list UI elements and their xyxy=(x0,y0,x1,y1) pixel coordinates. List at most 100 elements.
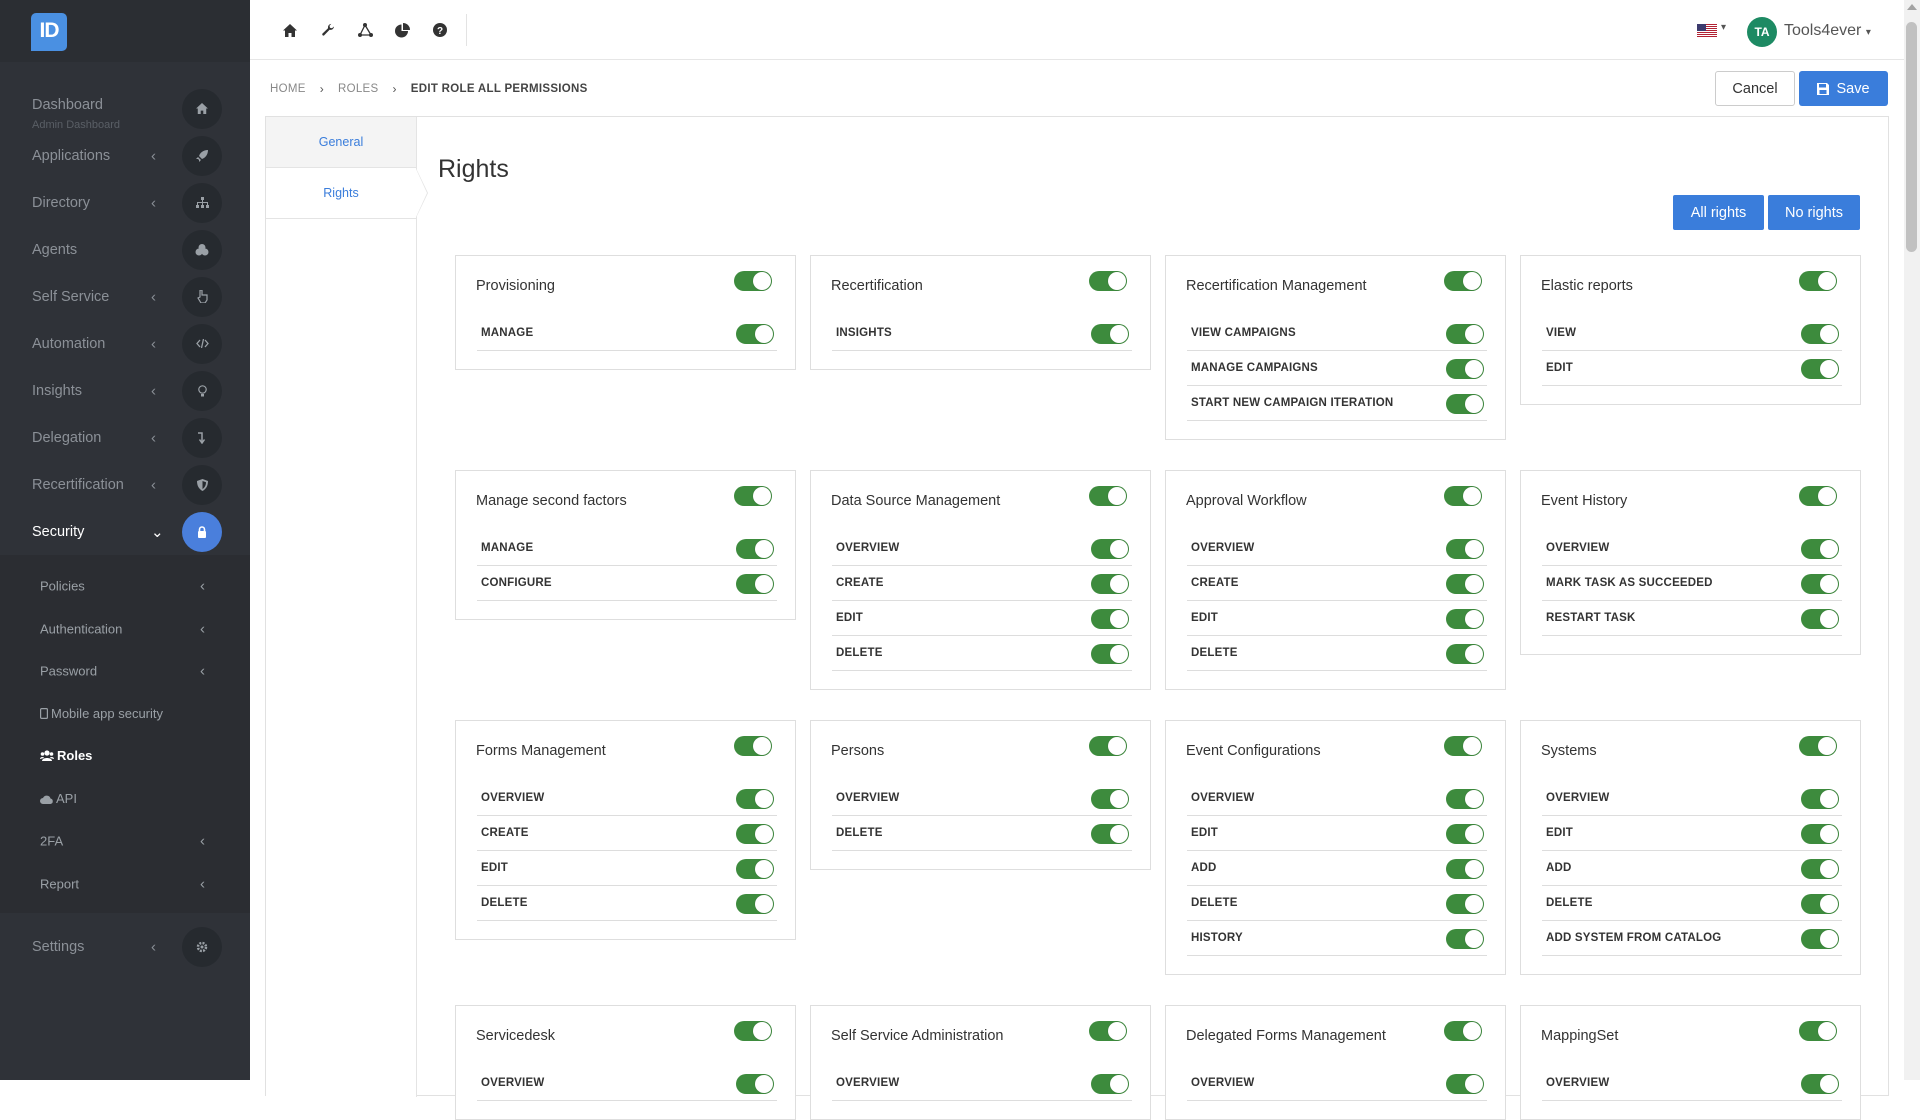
permission-toggle[interactable] xyxy=(1801,929,1839,949)
permission-toggle[interactable] xyxy=(1801,574,1839,594)
rights-card-toggle[interactable] xyxy=(1089,736,1127,756)
sidebar-item-dashboard[interactable]: Dashboard Admin Dashboard xyxy=(0,85,250,132)
permission-toggle[interactable] xyxy=(1091,539,1129,559)
permission-toggle[interactable] xyxy=(736,789,774,809)
pie-chart-icon[interactable] xyxy=(392,20,412,40)
sidebar-subitem-password[interactable]: Password ‹ xyxy=(0,650,250,693)
permission-toggle[interactable] xyxy=(1801,359,1839,379)
permission-toggle[interactable] xyxy=(736,539,774,559)
permission-toggle[interactable] xyxy=(736,824,774,844)
permission-toggle[interactable] xyxy=(1801,324,1839,344)
permission-toggle[interactable] xyxy=(1446,824,1484,844)
sidebar-item-insights[interactable]: Insights ‹ xyxy=(0,367,250,414)
permission-toggle[interactable] xyxy=(736,324,774,344)
permission-toggle[interactable] xyxy=(1091,824,1129,844)
sidebar-subitem-authentication[interactable]: Authentication ‹ xyxy=(0,608,250,651)
permission-toggle[interactable] xyxy=(1446,789,1484,809)
rights-card-toggle[interactable] xyxy=(1799,271,1837,291)
permission-label: MANAGE CAMPAIGNS xyxy=(1191,362,1318,374)
scroll-up-arrow-icon[interactable] xyxy=(1907,4,1917,10)
breadcrumb-roles[interactable]: ROLES xyxy=(338,83,379,95)
sidebar-subitem-policies[interactable]: Policies ‹ xyxy=(0,565,250,608)
sidebar-subitem-roles[interactable]: Roles xyxy=(0,735,250,778)
no-rights-button[interactable]: No rights xyxy=(1768,195,1860,230)
rights-card-toggle[interactable] xyxy=(1799,1021,1837,1041)
rights-card-toggle[interactable] xyxy=(734,486,772,506)
permission-toggle[interactable] xyxy=(1446,359,1484,379)
permission-toggle[interactable] xyxy=(1801,894,1839,914)
permission-toggle[interactable] xyxy=(1446,1074,1484,1094)
permission-toggle[interactable] xyxy=(1801,859,1839,879)
permission-toggle[interactable] xyxy=(1801,789,1839,809)
sidebar-item-settings[interactable]: Settings ‹ xyxy=(0,923,250,970)
language-caret-icon[interactable]: ▾ xyxy=(1721,22,1726,33)
cancel-button[interactable]: Cancel xyxy=(1715,71,1795,106)
permission-toggle[interactable] xyxy=(1446,929,1484,949)
permission-toggle[interactable] xyxy=(1801,539,1839,559)
permission-toggle[interactable] xyxy=(1446,644,1484,664)
permission-toggle[interactable] xyxy=(1446,324,1484,344)
rights-card-title: Delegated Forms Management xyxy=(1186,1028,1386,1044)
permission-toggle[interactable] xyxy=(1091,644,1129,664)
permission-toggle[interactable] xyxy=(1801,824,1839,844)
rights-card-toggle[interactable] xyxy=(1799,736,1837,756)
sidebar-item-security[interactable]: Security ⌄ xyxy=(0,508,250,555)
permission-toggle[interactable] xyxy=(1091,324,1129,344)
permission-toggle[interactable] xyxy=(1446,894,1484,914)
rights-card-toggle[interactable] xyxy=(1089,486,1127,506)
permission-toggle[interactable] xyxy=(736,894,774,914)
us-flag-icon[interactable] xyxy=(1697,24,1717,37)
permission-toggle[interactable] xyxy=(1446,574,1484,594)
permission-toggle[interactable] xyxy=(736,859,774,879)
user-menu[interactable]: Tools4ever ▾ xyxy=(1784,22,1871,40)
sidebar-item-self-service[interactable]: Self Service ‹ xyxy=(0,273,250,320)
sidebar-item-automation[interactable]: Automation ‹ xyxy=(0,320,250,367)
sidebar-item-agents[interactable]: Agents xyxy=(0,226,250,273)
permission-toggle[interactable] xyxy=(1446,539,1484,559)
permission-toggle[interactable] xyxy=(1091,574,1129,594)
sidebar-item-recertification[interactable]: Recertification ‹ xyxy=(0,461,250,508)
rights-card-toggle[interactable] xyxy=(1799,486,1837,506)
permission-toggle[interactable] xyxy=(1446,859,1484,879)
all-rights-button[interactable]: All rights xyxy=(1673,195,1764,230)
sidebar-subitem-mobile-app-security[interactable]: Mobile app security xyxy=(0,693,250,736)
sidebar-subitem-2fa[interactable]: 2FA ‹ xyxy=(0,820,250,863)
permission-toggle[interactable] xyxy=(1091,789,1129,809)
sidebar-item-directory[interactable]: Directory ‹ xyxy=(0,179,250,226)
sidebar-item-delegation[interactable]: Delegation ‹ xyxy=(0,414,250,461)
rights-card-toggle[interactable] xyxy=(1089,271,1127,291)
rights-card-toggle[interactable] xyxy=(1089,1021,1127,1041)
rights-card-toggle[interactable] xyxy=(1444,1021,1482,1041)
permission-toggle[interactable] xyxy=(1446,394,1484,414)
sidebar-subitem-report[interactable]: Report ‹ xyxy=(0,863,250,906)
sidebar-item-label: Delegation xyxy=(32,429,102,446)
app-logo[interactable]: ID xyxy=(31,13,67,51)
toggle-knob xyxy=(755,825,773,843)
share-nodes-icon[interactable] xyxy=(355,20,375,40)
user-avatar[interactable]: TA xyxy=(1747,17,1777,47)
rights-card-toggle[interactable] xyxy=(1444,736,1482,756)
sidebar-subitem-api[interactable]: API xyxy=(0,778,250,821)
permission-toggle[interactable] xyxy=(1091,1074,1129,1094)
permission-toggle[interactable] xyxy=(1091,609,1129,629)
rights-card-toggle[interactable] xyxy=(734,1021,772,1041)
rights-card-toggle[interactable] xyxy=(1444,486,1482,506)
permission-row: INSIGHTS xyxy=(832,316,1132,351)
scrollbar-thumb[interactable] xyxy=(1906,22,1917,252)
permission-toggle[interactable] xyxy=(736,1074,774,1094)
help-circle-icon[interactable]: ? xyxy=(430,20,450,40)
permission-toggle[interactable] xyxy=(1801,609,1839,629)
rights-card-toggle[interactable] xyxy=(734,736,772,756)
sidebar-item-applications[interactable]: Applications ‹ xyxy=(0,132,250,179)
wrench-icon[interactable] xyxy=(318,20,338,40)
home-icon[interactable] xyxy=(280,20,300,40)
permission-toggle[interactable] xyxy=(1446,609,1484,629)
rights-card-toggle[interactable] xyxy=(734,271,772,291)
tab-general[interactable]: General xyxy=(266,117,416,168)
save-button[interactable]: Save xyxy=(1799,71,1888,106)
rights-card-toggle[interactable] xyxy=(1444,271,1482,291)
permission-toggle[interactable] xyxy=(1801,1074,1839,1094)
permission-toggle[interactable] xyxy=(736,574,774,594)
breadcrumb-home[interactable]: HOME xyxy=(270,83,306,95)
tab-rights[interactable]: Rights xyxy=(266,168,428,219)
